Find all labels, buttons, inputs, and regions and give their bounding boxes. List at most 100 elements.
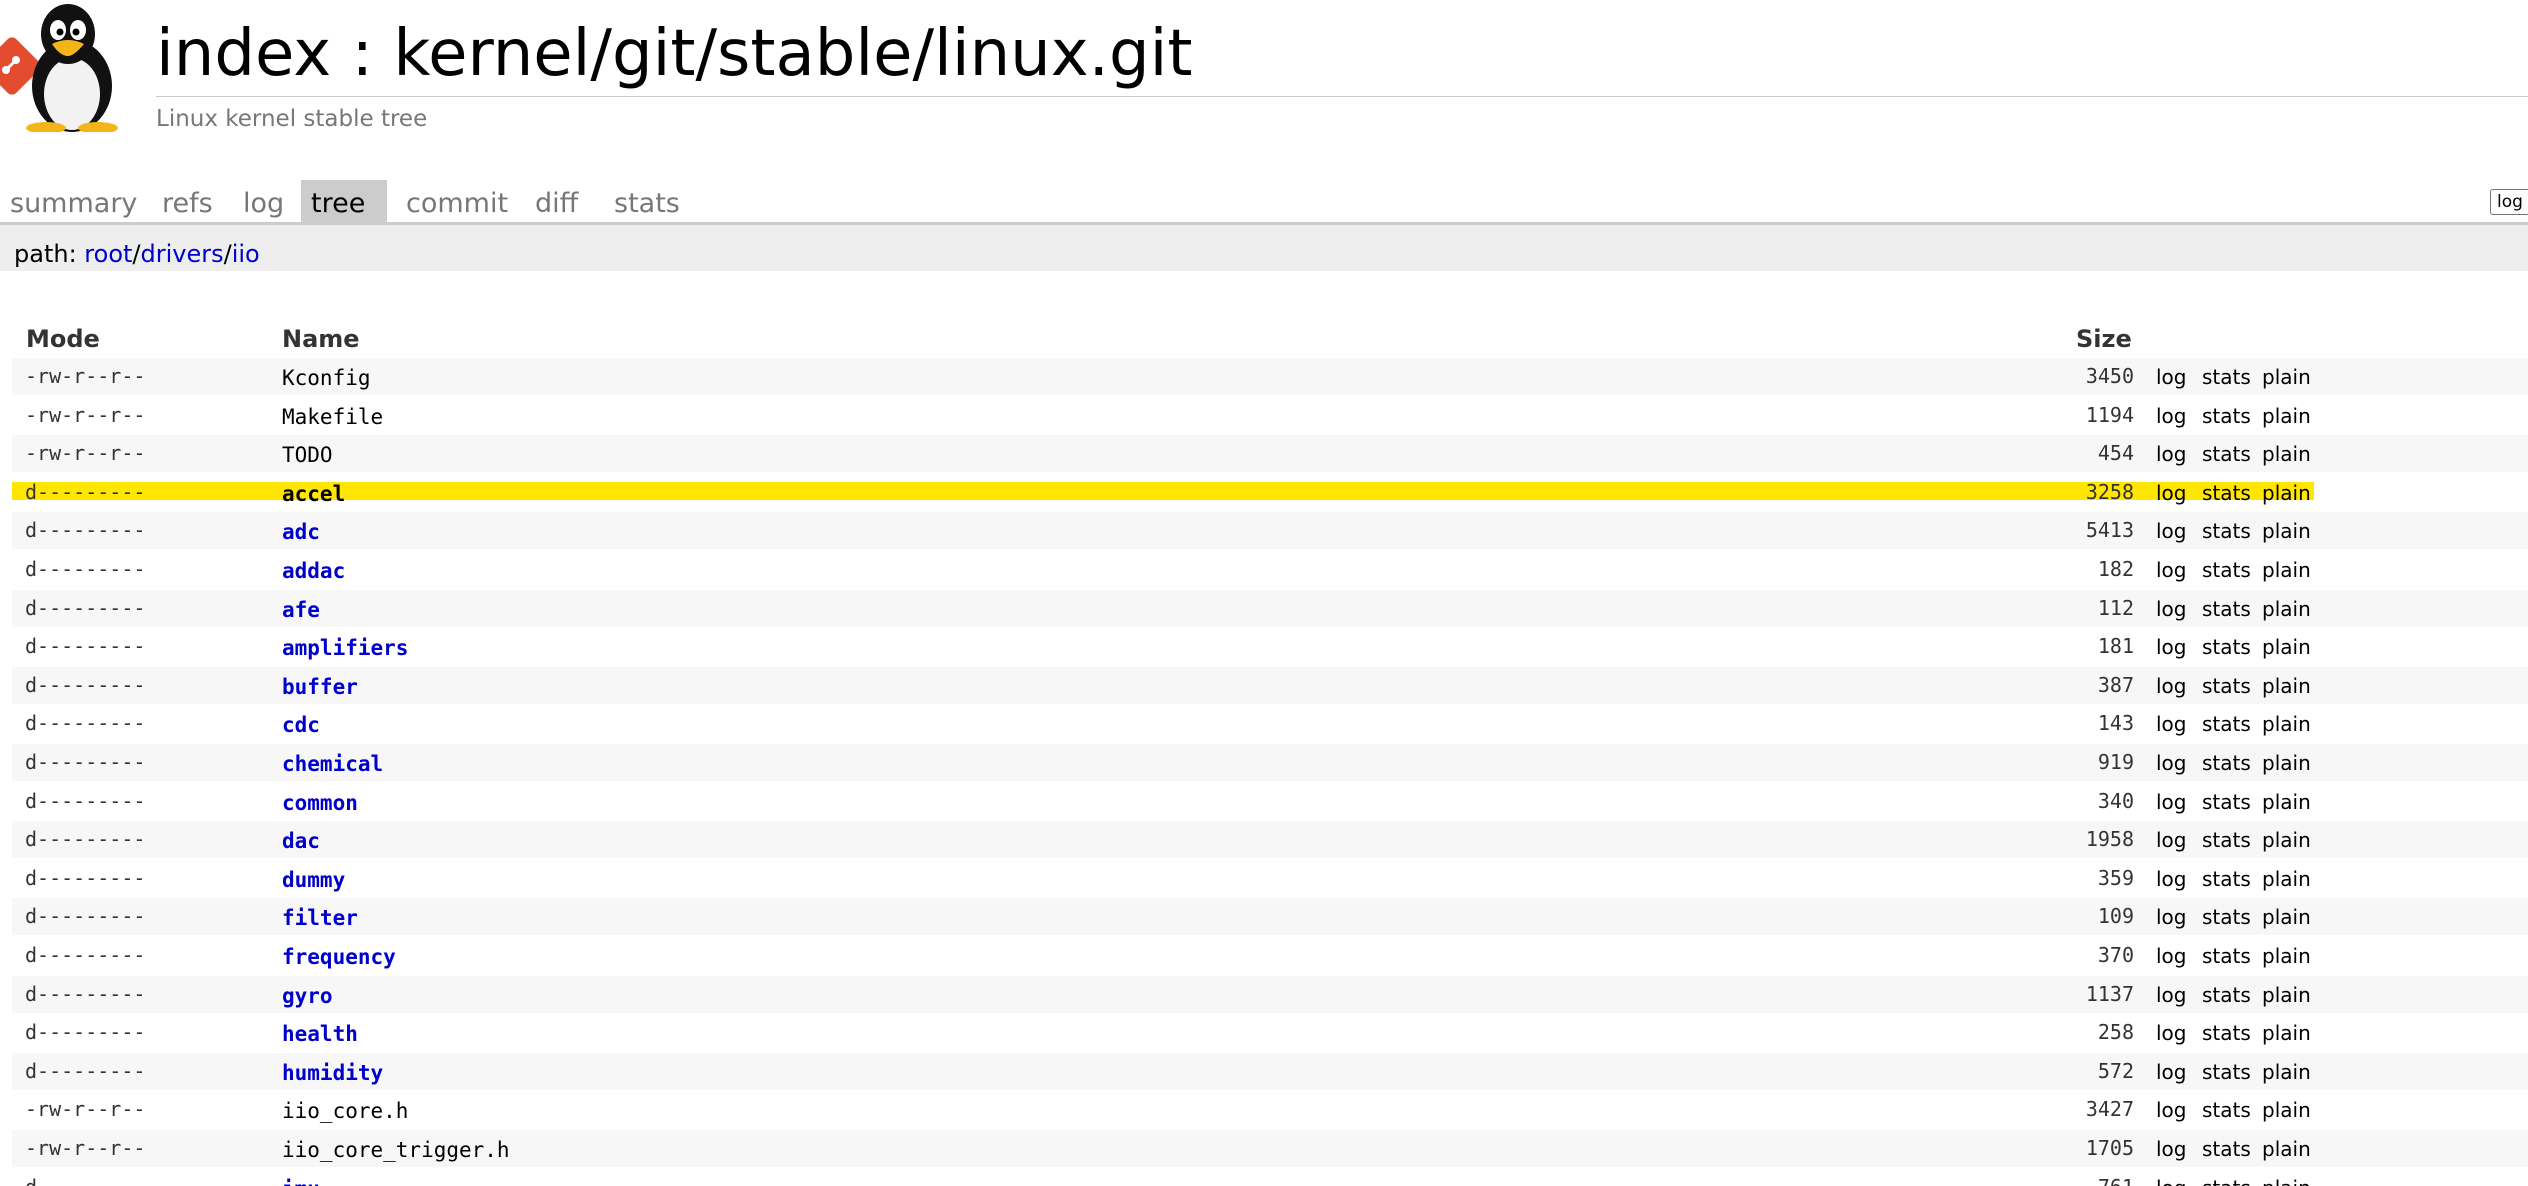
row-stats-link[interactable]: stats [2202, 784, 2251, 821]
log-button[interactable]: log [2490, 189, 2528, 215]
file-link[interactable]: Makefile [282, 399, 383, 436]
row-plain-link[interactable]: plain [2262, 591, 2311, 628]
file-link[interactable]: iio_core.h [282, 1093, 408, 1130]
row-log-link[interactable]: log [2156, 1170, 2187, 1186]
row-stats-link[interactable]: stats [2202, 861, 2251, 898]
path-link-drivers[interactable]: drivers [141, 240, 224, 268]
row-plain-link[interactable]: plain [2262, 899, 2311, 936]
directory-link[interactable]: cdc [282, 707, 320, 744]
tab-diff[interactable]: diff [525, 180, 588, 222]
directory-link[interactable]: frequency [282, 939, 396, 976]
row-stats-link[interactable]: stats [2202, 629, 2251, 666]
row-stats-link[interactable]: stats [2202, 938, 2251, 975]
row-log-link[interactable]: log [2156, 591, 2187, 628]
file-link[interactable]: Kconfig [282, 360, 371, 397]
directory-link[interactable]: adc [282, 514, 320, 551]
directory-link[interactable]: filter [282, 900, 358, 937]
row-stats-link[interactable]: stats [2202, 899, 2251, 936]
row-plain-link[interactable]: plain [2262, 359, 2311, 396]
row-stats-link[interactable]: stats [2202, 1015, 2251, 1052]
directory-link[interactable]: dac [282, 823, 320, 860]
row-stats-link[interactable]: stats [2202, 398, 2251, 435]
row-stats-link[interactable]: stats [2202, 706, 2251, 743]
row-log-link[interactable]: log [2156, 1054, 2187, 1091]
row-stats-link[interactable]: stats [2202, 745, 2251, 782]
row-plain-link[interactable]: plain [2262, 629, 2311, 666]
row-stats-link[interactable]: stats [2202, 359, 2251, 396]
directory-link[interactable]: gyro [282, 978, 333, 1015]
row-stats-link[interactable]: stats [2202, 513, 2251, 550]
tab-refs[interactable]: refs [152, 180, 223, 222]
row-log-link[interactable]: log [2156, 1015, 2187, 1052]
row-log-link[interactable]: log [2156, 475, 2187, 512]
row-log-link[interactable]: log [2156, 1131, 2187, 1168]
row-plain-link[interactable]: plain [2262, 938, 2311, 975]
directory-link[interactable]: afe [282, 592, 320, 629]
row-log-link[interactable]: log [2156, 552, 2187, 589]
row-log-link[interactable]: log [2156, 822, 2187, 859]
file-link[interactable]: TODO [282, 437, 333, 474]
directory-link[interactable]: buffer [282, 669, 358, 706]
row-log-link[interactable]: log [2156, 977, 2187, 1014]
row-log-link[interactable]: log [2156, 359, 2187, 396]
row-plain-link[interactable]: plain [2262, 861, 2311, 898]
directory-link[interactable]: dummy [282, 862, 345, 899]
row-log-link[interactable]: log [2156, 1092, 2187, 1129]
row-plain-link[interactable]: plain [2262, 475, 2311, 512]
row-plain-link[interactable]: plain [2262, 668, 2311, 705]
path-link-iio[interactable]: iio [232, 240, 260, 268]
tab-stats[interactable]: stats [604, 180, 690, 222]
row-stats-link[interactable]: stats [2202, 1170, 2251, 1186]
directory-link[interactable]: accel [282, 476, 345, 513]
row-plain-link[interactable]: plain [2262, 706, 2311, 743]
row-plain-link[interactable]: plain [2262, 1054, 2311, 1091]
row-stats-link[interactable]: stats [2202, 668, 2251, 705]
tab-tree[interactable]: tree [301, 180, 387, 222]
row-plain-link[interactable]: plain [2262, 784, 2311, 821]
tux-penguin-logo-icon[interactable] [0, 0, 136, 134]
row-log-link[interactable]: log [2156, 938, 2187, 975]
row-log-link[interactable]: log [2156, 706, 2187, 743]
row-stats-link[interactable]: stats [2202, 1054, 2251, 1091]
row-plain-link[interactable]: plain [2262, 513, 2311, 550]
directory-link[interactable]: humidity [282, 1055, 383, 1092]
row-plain-link[interactable]: plain [2262, 745, 2311, 782]
directory-link[interactable]: amplifiers [282, 630, 408, 667]
row-plain-link[interactable]: plain [2262, 1092, 2311, 1129]
row-stats-link[interactable]: stats [2202, 1092, 2251, 1129]
row-plain-link[interactable]: plain [2262, 822, 2311, 859]
directory-link[interactable]: imu [282, 1171, 320, 1186]
row-stats-link[interactable]: stats [2202, 1131, 2251, 1168]
directory-link[interactable]: common [282, 785, 358, 822]
row-stats-link[interactable]: stats [2202, 552, 2251, 589]
row-log-link[interactable]: log [2156, 436, 2187, 473]
row-stats-link[interactable]: stats [2202, 436, 2251, 473]
row-plain-link[interactable]: plain [2262, 1170, 2311, 1186]
row-log-link[interactable]: log [2156, 784, 2187, 821]
row-log-link[interactable]: log [2156, 899, 2187, 936]
row-plain-link[interactable]: plain [2262, 1015, 2311, 1052]
path-link-root[interactable]: root [84, 240, 132, 268]
tab-log[interactable]: log [233, 180, 294, 222]
row-log-link[interactable]: log [2156, 668, 2187, 705]
row-stats-link[interactable]: stats [2202, 475, 2251, 512]
tab-commit[interactable]: commit [396, 180, 518, 222]
row-log-link[interactable]: log [2156, 398, 2187, 435]
row-log-link[interactable]: log [2156, 745, 2187, 782]
row-log-link[interactable]: log [2156, 513, 2187, 550]
file-link[interactable]: iio_core_trigger.h [282, 1132, 510, 1169]
repo-title[interactable]: index : kernel/git/stable/linux.git [156, 14, 1192, 94]
row-plain-link[interactable]: plain [2262, 436, 2311, 473]
row-plain-link[interactable]: plain [2262, 977, 2311, 1014]
row-log-link[interactable]: log [2156, 861, 2187, 898]
row-stats-link[interactable]: stats [2202, 977, 2251, 1014]
directory-link[interactable]: addac [282, 553, 345, 590]
row-stats-link[interactable]: stats [2202, 591, 2251, 628]
row-plain-link[interactable]: plain [2262, 398, 2311, 435]
row-plain-link[interactable]: plain [2262, 552, 2311, 589]
row-log-link[interactable]: log [2156, 629, 2187, 666]
directory-link[interactable]: health [282, 1016, 358, 1053]
row-stats-link[interactable]: stats [2202, 822, 2251, 859]
row-plain-link[interactable]: plain [2262, 1131, 2311, 1168]
tab-summary[interactable]: summary [0, 180, 147, 222]
